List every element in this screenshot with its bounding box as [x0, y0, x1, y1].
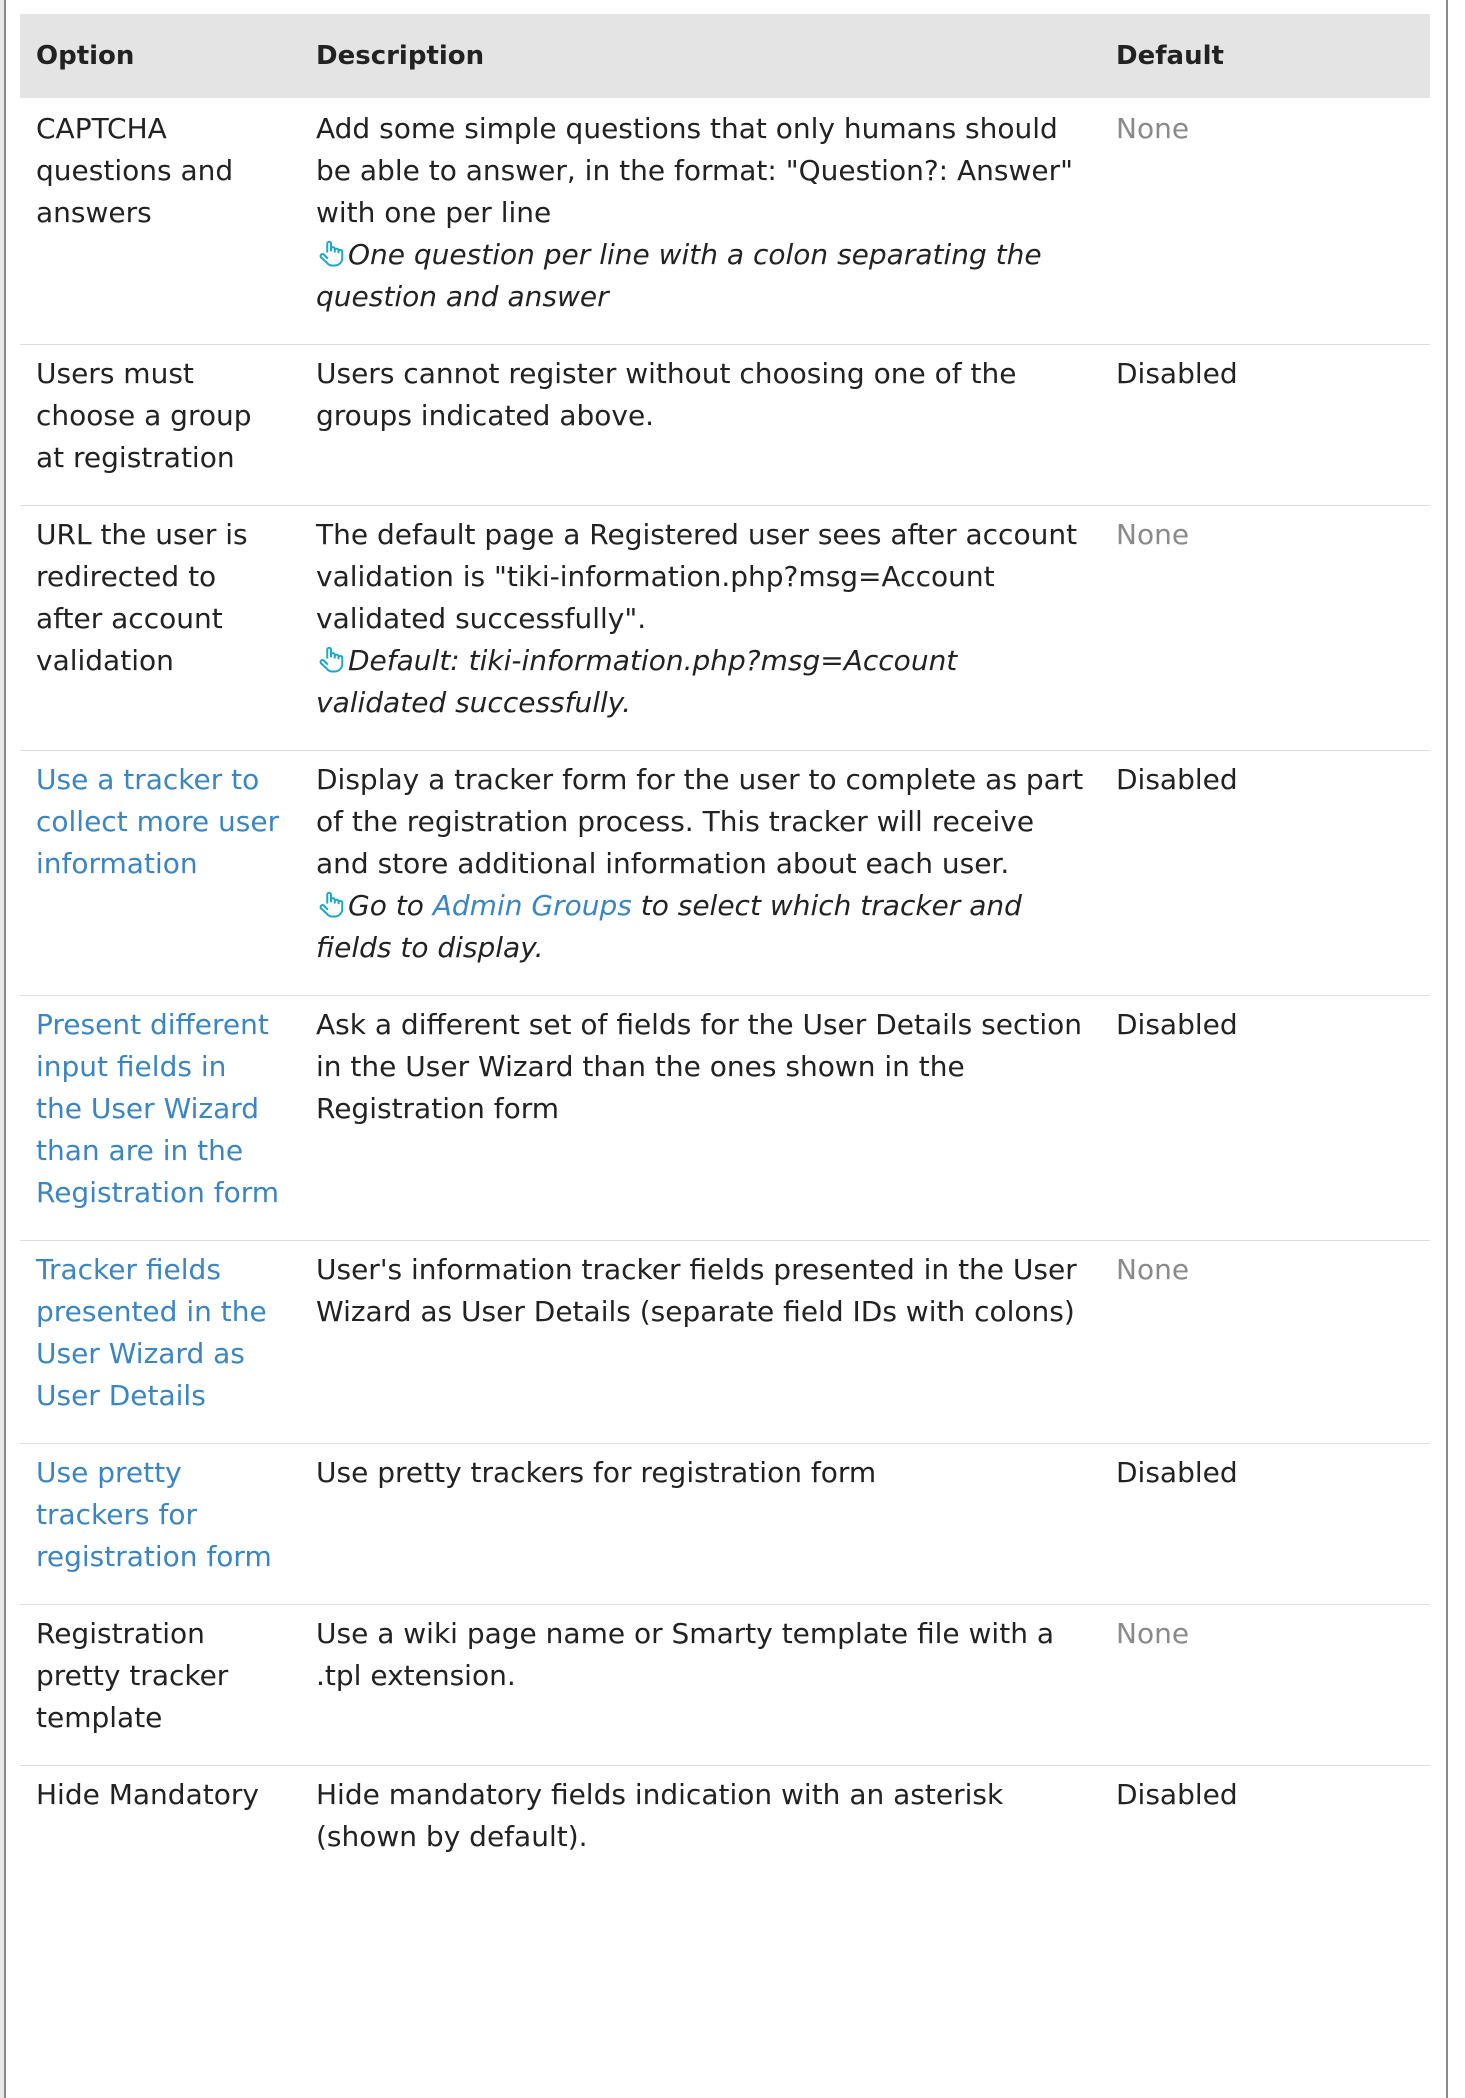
admin-groups-link[interactable]: Admin Groups [433, 889, 632, 922]
option-description: Add some simple questions that only huma… [316, 112, 1074, 229]
table-row: Tracker fields presented in the User Wiz… [20, 1240, 1430, 1444]
table-body: CAPTCHA questions and answers Add some s… [20, 98, 1430, 1884]
option-description: Use pretty trackers for registration for… [316, 1456, 877, 1489]
option-description: Ask a different set of fields for the Us… [316, 1008, 1083, 1125]
option-description: Hide mandatory fields indication with an… [316, 1778, 1004, 1853]
option-name[interactable]: Present different input fields in the Us… [20, 995, 296, 1241]
option-hint: One question per line with a colon separ… [316, 234, 1084, 318]
option-description: Users cannot register without choosing o… [316, 357, 1017, 432]
option-default: None [1100, 505, 1430, 751]
option-name: Hide Mandatory [20, 1765, 296, 1884]
hand-pointer-icon [319, 240, 344, 267]
option-default: Disabled [1100, 1765, 1430, 1884]
option-name[interactable]: Use pretty trackers for registration for… [20, 1443, 296, 1605]
table-row: Use a tracker to collect more user infor… [20, 750, 1430, 996]
option-name: URL the user is redirected to after acco… [20, 505, 296, 751]
option-name: Registration pretty tracker template [20, 1604, 296, 1766]
option-default: Disabled [1100, 750, 1430, 996]
option-description: User's information tracker fields presen… [316, 1253, 1077, 1328]
hand-pointer-icon [319, 646, 344, 673]
hint-text: Go to [348, 889, 433, 922]
option-default: None [1100, 1240, 1430, 1444]
option-description: The default page a Registered user sees … [316, 518, 1078, 635]
column-description: Description [296, 14, 1100, 98]
option-default: Disabled [1100, 1443, 1430, 1605]
option-description-cell: Ask a different set of fields for the Us… [296, 995, 1100, 1241]
table-row: CAPTCHA questions and answers Add some s… [20, 98, 1430, 345]
table-row: URL the user is redirected to after acco… [20, 505, 1430, 751]
option-default: Disabled [1100, 995, 1430, 1241]
table-row: Users must choose a group at registratio… [20, 344, 1430, 506]
option-default: Disabled [1100, 344, 1430, 506]
table-header: Option Description Default [20, 14, 1430, 98]
top-strip [6, 0, 1465, 12]
option-name: Users must choose a group at registratio… [20, 344, 296, 506]
option-default: None [1100, 1604, 1430, 1766]
table-row: Hide Mandatory Hide mandatory fields ind… [20, 1765, 1430, 1884]
column-default: Default [1100, 14, 1430, 98]
hint-text: Default: tiki-information.php?msg=Accoun… [316, 644, 958, 719]
option-name: CAPTCHA questions and answers [36, 112, 234, 229]
option-name[interactable]: Tracker fields presented in the User Wiz… [20, 1240, 296, 1444]
table-row: Present different input fields in the Us… [20, 995, 1430, 1241]
hint-text: One question per line with a colon separ… [316, 238, 1042, 313]
column-option: Option [20, 14, 296, 98]
option-description-cell: Add some simple questions that only huma… [296, 98, 1100, 345]
option-hint: Default: tiki-information.php?msg=Accoun… [316, 640, 1084, 724]
option-description-cell: Users cannot register without choosing o… [296, 344, 1100, 506]
option-description-cell: The default page a Registered user sees … [296, 505, 1100, 751]
table-row: Registration pretty tracker template Use… [20, 1604, 1430, 1766]
option-name[interactable]: Use a tracker to collect more user infor… [20, 750, 296, 996]
option-description-cell: Display a tracker form for the user to c… [296, 750, 1100, 996]
option-description-cell: Use pretty trackers for registration for… [296, 1443, 1100, 1605]
option-description: Use a wiki page name or Smarty template … [316, 1617, 1054, 1692]
option-description: Display a tracker form for the user to c… [316, 763, 1084, 880]
preferences-table: Option Description Default CAPTCHA quest… [20, 14, 1430, 1884]
hand-pointer-icon [319, 891, 344, 918]
option-description-cell: Hide mandatory fields indication with an… [296, 1765, 1100, 1884]
table-row: Use pretty trackers for registration for… [20, 1443, 1430, 1605]
option-description-cell: User's information tracker fields presen… [296, 1240, 1100, 1444]
option-hint: Go to Admin Groups to select which track… [316, 885, 1084, 969]
right-border [1446, 0, 1448, 2098]
option-description-cell: Use a wiki page name or Smarty template … [296, 1604, 1100, 1766]
option-default: None [1116, 112, 1190, 145]
left-border [0, 0, 6, 2098]
